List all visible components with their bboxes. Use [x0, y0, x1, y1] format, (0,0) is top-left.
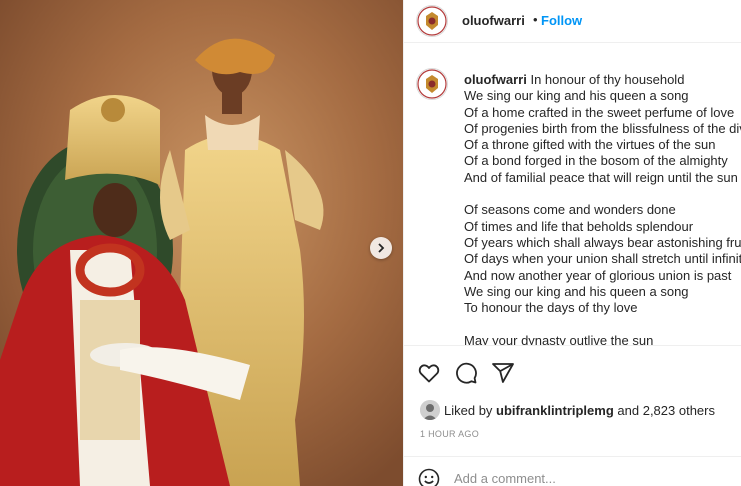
chevron-right-icon — [378, 243, 385, 253]
post-header: oluofwarri • Follow — [404, 0, 741, 43]
post-photo[interactable] — [0, 0, 403, 486]
caption-line: To honour the days of thy love — [464, 300, 638, 316]
caption-line: And now another year of glorious union i… — [464, 267, 732, 283]
like-button[interactable] — [417, 361, 441, 385]
crest-logo — [417, 69, 447, 99]
likes-summary: Liked by ubifranklintriplemg and 2,823 o… — [420, 400, 715, 420]
liker-avatar[interactable] — [420, 400, 440, 420]
caption-author-avatar[interactable] — [416, 68, 448, 100]
heart-icon — [418, 364, 440, 383]
author-avatar[interactable] — [416, 5, 448, 37]
action-bar — [404, 347, 741, 397]
liker-photo — [420, 400, 440, 420]
caption-line: Of days when your union shall stretch un… — [464, 251, 741, 267]
crest-logo — [417, 6, 447, 36]
caption-line: Of seasons come and wonders done — [464, 202, 676, 218]
caption-line: Of progenies birth from the blissfulness… — [464, 120, 741, 136]
likes-others[interactable]: and 2,823 others — [617, 403, 715, 418]
caption-line: Of a home crafted in the sweet perfume o… — [464, 104, 735, 120]
comment-button[interactable] — [454, 361, 478, 385]
likes-prefix: Liked by — [444, 402, 493, 418]
post-sidebar: oluofwarri • Follow oluofwarri In honour… — [403, 0, 741, 486]
comment-box — [404, 456, 741, 486]
caption-line: oluofwarri In honour of thy household — [464, 72, 741, 88]
smiley-icon — [418, 468, 440, 486]
caption-line: We sing our king and his queen a song — [464, 88, 689, 104]
post-timestamp[interactable]: 1 HOUR AGO — [420, 429, 479, 439]
share-button[interactable] — [491, 361, 515, 385]
royal-couple-image — [0, 0, 403, 486]
emoji-button[interactable] — [418, 468, 440, 486]
comment-input[interactable] — [454, 468, 724, 486]
follow-button[interactable]: Follow — [541, 13, 582, 28]
caption-line: May your dynasty outlive the sun — [464, 332, 654, 346]
caption-username[interactable]: oluofwarri — [464, 72, 527, 87]
caption-line: We sing our king and his queen a song — [464, 283, 689, 299]
caption-line-text: In honour of thy household — [530, 72, 685, 87]
caption-text: oluofwarri In honour of thy household We… — [464, 72, 741, 346]
caption-line: Of a bond forged in the bosom of the alm… — [464, 153, 728, 169]
paper-plane-icon — [492, 363, 514, 383]
caption-line: Of times and life that beholds splendour — [464, 218, 694, 234]
comment-icon — [456, 362, 477, 384]
author-username[interactable]: oluofwarri — [462, 13, 525, 28]
caption-line: Of a throne gifted with the virtues of t… — [464, 137, 716, 153]
liker-username[interactable]: ubifranklintriplemg — [496, 403, 614, 418]
caption-line: Of years which shall always bear astonis… — [464, 234, 741, 250]
next-photo-button[interactable] — [370, 237, 392, 259]
caption-line: And of familial peace that will reign un… — [464, 169, 741, 185]
caption-area: oluofwarri In honour of thy household We… — [404, 44, 741, 346]
separator-dot: • — [533, 12, 538, 27]
